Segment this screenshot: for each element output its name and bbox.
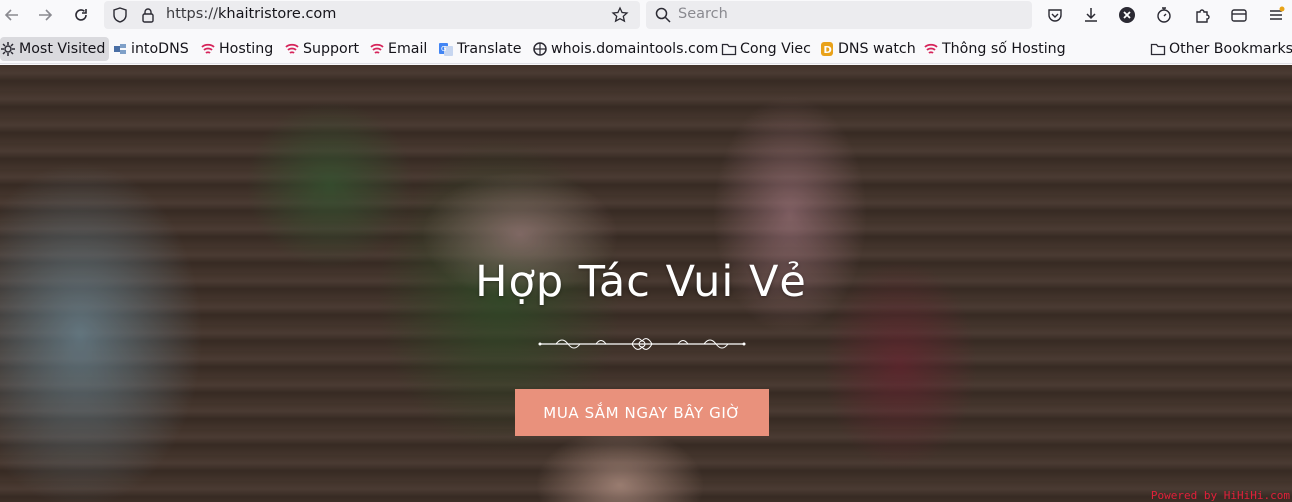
lock-icon[interactable] [139,6,157,24]
bookmark-thong-so-hosting[interactable]: Thông số Hosting [923,37,1066,61]
bookmark-label: Thông số Hosting [942,41,1066,57]
url-bar[interactable]: https://khaitristore.com [104,1,640,29]
downloads-button[interactable] [1079,3,1103,27]
support-icon [285,43,299,54]
extensions-button[interactable] [1191,3,1215,27]
reload-icon [75,9,87,21]
timer-icon [1157,7,1171,23]
star-icon[interactable] [611,6,629,24]
bookmark-label: whois.domaintools.com [551,41,719,57]
bookmark-dns-watch[interactable]: D DNS watch [819,37,916,61]
puzzle-icon [1196,9,1210,23]
bookmark-label: Cong Viec [740,41,811,57]
extension-button[interactable] [1152,3,1176,27]
powered-by-text[interactable]: Powered by HiHiHi.com [1151,489,1290,502]
pocket-icon [1048,9,1062,22]
bookmark-label: Other Bookmarks [1169,41,1292,57]
download-icon [1085,8,1097,22]
bookmark-intodns[interactable]: intoDNS [112,37,189,61]
bookmarks-toolbar: Most Visited intoDNS Hosting Support Ema… [0,34,1292,64]
bookmark-most-visited[interactable]: Most Visited [0,37,110,61]
hamburger-menu-icon [1270,6,1285,20]
shop-now-button[interactable]: MUA SẮM NGAY BÂY GIỜ [515,389,769,436]
menu-button[interactable] [1264,3,1288,27]
search-bar[interactable]: Search [646,1,1032,29]
reload-button[interactable] [69,3,93,27]
bookmark-label: Most Visited [19,41,106,57]
bookmark-support[interactable]: Support [284,37,359,61]
search-placeholder: Search [678,6,728,22]
hosting-icon [201,43,215,54]
floral-divider-icon [538,338,746,350]
bookmark-label: DNS watch [838,41,916,57]
dnswatch-icon: D [821,42,833,56]
hosting-icon [924,43,938,54]
search-icon [655,7,671,23]
hero-banner: Hợp Tác Vui Vẻ MUA SẮM NGAY BÂY GIỜ Powe… [0,65,1292,502]
bookmark-email[interactable]: Email [369,37,427,61]
svg-text:D: D [824,45,832,56]
arrow-left-icon [4,9,18,21]
xmarks-extension-button[interactable] [1115,3,1139,27]
browser-toolbar: https://khaitristore.com Search [0,0,1292,30]
gear-icon [1,42,15,56]
bookmark-translate[interactable]: G Translate [438,37,521,61]
url-text[interactable]: https://khaitristore.com [166,6,336,22]
folder-icon [1150,43,1166,56]
folder-icon [721,43,737,56]
bookmark-label: intoDNS [131,41,189,57]
intodns-icon [114,44,126,54]
shield-icon[interactable] [111,6,129,24]
bookmark-other-bookmarks[interactable]: Other Bookmarks [1150,37,1292,61]
bookmark-label: Email [388,41,428,57]
arrow-right-icon [39,9,53,21]
translate-icon: G [439,43,453,56]
x-circle-icon [1119,7,1135,23]
bookmark-label: Hosting [219,41,274,57]
container-button[interactable] [1227,3,1251,27]
hero-title: Hợp Tác Vui Vẻ [475,257,807,307]
forward-button[interactable] [33,3,57,27]
svg-text:G: G [441,45,446,53]
bookmark-folder-cong-viec[interactable]: Cong Viec [721,37,811,61]
email-icon [370,43,384,54]
tray-icon [1231,9,1247,22]
url-prefix: https:// [166,6,218,22]
bookmark-whois[interactable]: whois.domaintools.com [532,37,718,61]
pocket-button[interactable] [1043,3,1067,27]
back-button[interactable] [0,3,24,27]
bookmark-label: Translate [457,41,522,57]
url-host: khaitristore.com [217,6,337,22]
bookmark-hosting[interactable]: Hosting [200,37,273,61]
bookmark-label: Support [303,41,360,57]
domaintools-icon [533,42,547,56]
